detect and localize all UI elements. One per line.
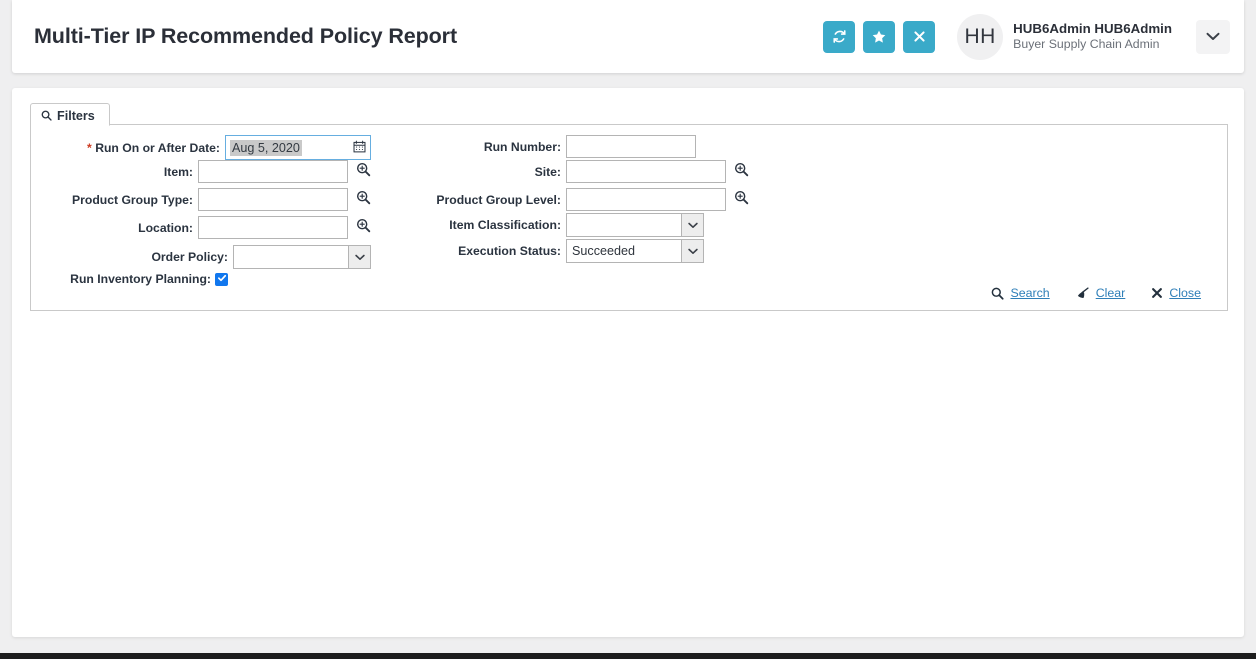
close-x-icon [1151,287,1163,299]
lookup-magnifier-icon [734,190,749,210]
calendar-picker-button[interactable] [348,136,370,159]
field-order-policy: Order Policy: [31,245,371,269]
field-label: Product Group Level: [381,193,561,207]
calendar-icon [353,140,366,156]
execution-status-select[interactable]: Succeeded [566,239,704,263]
search-icon [991,287,1004,300]
filters-panel: * Run On or After Date: Aug 5, 2020 [30,125,1228,311]
location-input[interactable] [198,216,348,239]
field-location: Location: [31,216,371,239]
field-label: Product Group Type: [31,193,193,207]
user-menu-button[interactable] [1196,20,1230,54]
eraser-icon [1076,287,1090,300]
search-action-label: Search [1010,286,1049,300]
user-role: Buyer Supply Chain Admin [1013,37,1172,52]
star-icon [871,29,887,45]
field-execution-status: Execution Status: Succeeded [381,239,781,263]
product-group-type-input[interactable] [198,188,348,211]
chevron-down-icon [681,240,703,262]
chevron-down-icon [348,246,370,268]
checkmark-icon [217,270,227,288]
refresh-button[interactable] [823,21,855,53]
product-group-type-lookup-button[interactable] [356,190,371,210]
site-lookup-button[interactable] [734,162,749,182]
item-input[interactable] [198,160,348,183]
search-icon [41,110,52,121]
field-item: Item: [31,160,371,183]
filter-actions: Search Clear [965,286,1201,300]
lookup-magnifier-icon [356,218,371,238]
lookup-magnifier-icon [734,162,749,182]
header-actions: HH HUB6Admin HUB6Admin Buyer Supply Chai… [823,14,1230,60]
product-group-level-input[interactable] [566,188,726,211]
order-policy-select[interactable] [233,245,371,269]
field-label: Order Policy: [48,250,228,264]
field-label: Run Number: [381,140,561,154]
site-input[interactable] [566,160,726,183]
field-product-group-type: Product Group Type: [31,188,371,211]
search-action[interactable]: Search [991,286,1049,300]
execution-status-value: Succeeded [567,244,681,258]
close-action[interactable]: Close [1151,286,1201,300]
run-number-input[interactable] [566,135,696,158]
field-label: Execution Status: [381,244,561,258]
close-action-label: Close [1169,286,1201,300]
tab-filters-label: Filters [57,109,95,123]
chevron-down-icon [681,214,703,236]
bottom-taskbar-strip [0,653,1256,659]
field-run-inventory-planning: Run Inventory Planning: [31,272,371,286]
field-label: Run Inventory Planning: [31,272,211,286]
content-card: Filters * Run On or After Date: Aug 5, 2… [12,88,1244,637]
field-label: * Run On or After Date: [40,141,220,155]
date-input-group[interactable]: Aug 5, 2020 [225,135,371,160]
tab-filters[interactable]: Filters [30,103,110,126]
favorite-button[interactable] [863,21,895,53]
field-label: Item Classification: [381,218,561,232]
clear-action-label: Clear [1096,286,1126,300]
run-inventory-planning-checkbox[interactable] [215,273,228,286]
app-page: Multi-Tier IP Recommended Policy Report [0,0,1256,659]
field-run-on-or-after-date: * Run On or After Date: Aug 5, 2020 [31,135,371,160]
field-label: Site: [381,165,561,179]
app-header: Multi-Tier IP Recommended Policy Report [12,0,1244,73]
field-product-group-level: Product Group Level: [381,188,781,211]
avatar: HH [957,14,1003,60]
field-run-number: Run Number: [381,135,781,158]
close-window-button[interactable] [903,21,935,53]
user-name: HUB6Admin HUB6Admin [1013,21,1172,38]
tab-strip: Filters [30,103,1228,125]
product-group-level-lookup-button[interactable] [734,190,749,210]
required-asterisk: * [87,141,92,155]
field-item-classification: Item Classification: [381,213,781,237]
item-lookup-button[interactable] [356,162,371,182]
item-classification-select[interactable] [566,213,704,237]
clear-action[interactable]: Clear [1076,286,1126,300]
close-x-icon [913,30,926,43]
location-lookup-button[interactable] [356,218,371,238]
field-label: Item: [31,165,193,179]
field-label: Location: [31,221,193,235]
page-title: Multi-Tier IP Recommended Policy Report [34,24,457,49]
run-on-or-after-date-value[interactable]: Aug 5, 2020 [226,136,348,159]
chevron-down-icon [1206,29,1220,44]
field-site: Site: [381,160,781,183]
lookup-magnifier-icon [356,190,371,210]
refresh-icon [832,29,847,44]
user-info: HUB6Admin HUB6Admin Buyer Supply Chain A… [1013,21,1172,53]
lookup-magnifier-icon [356,162,371,182]
